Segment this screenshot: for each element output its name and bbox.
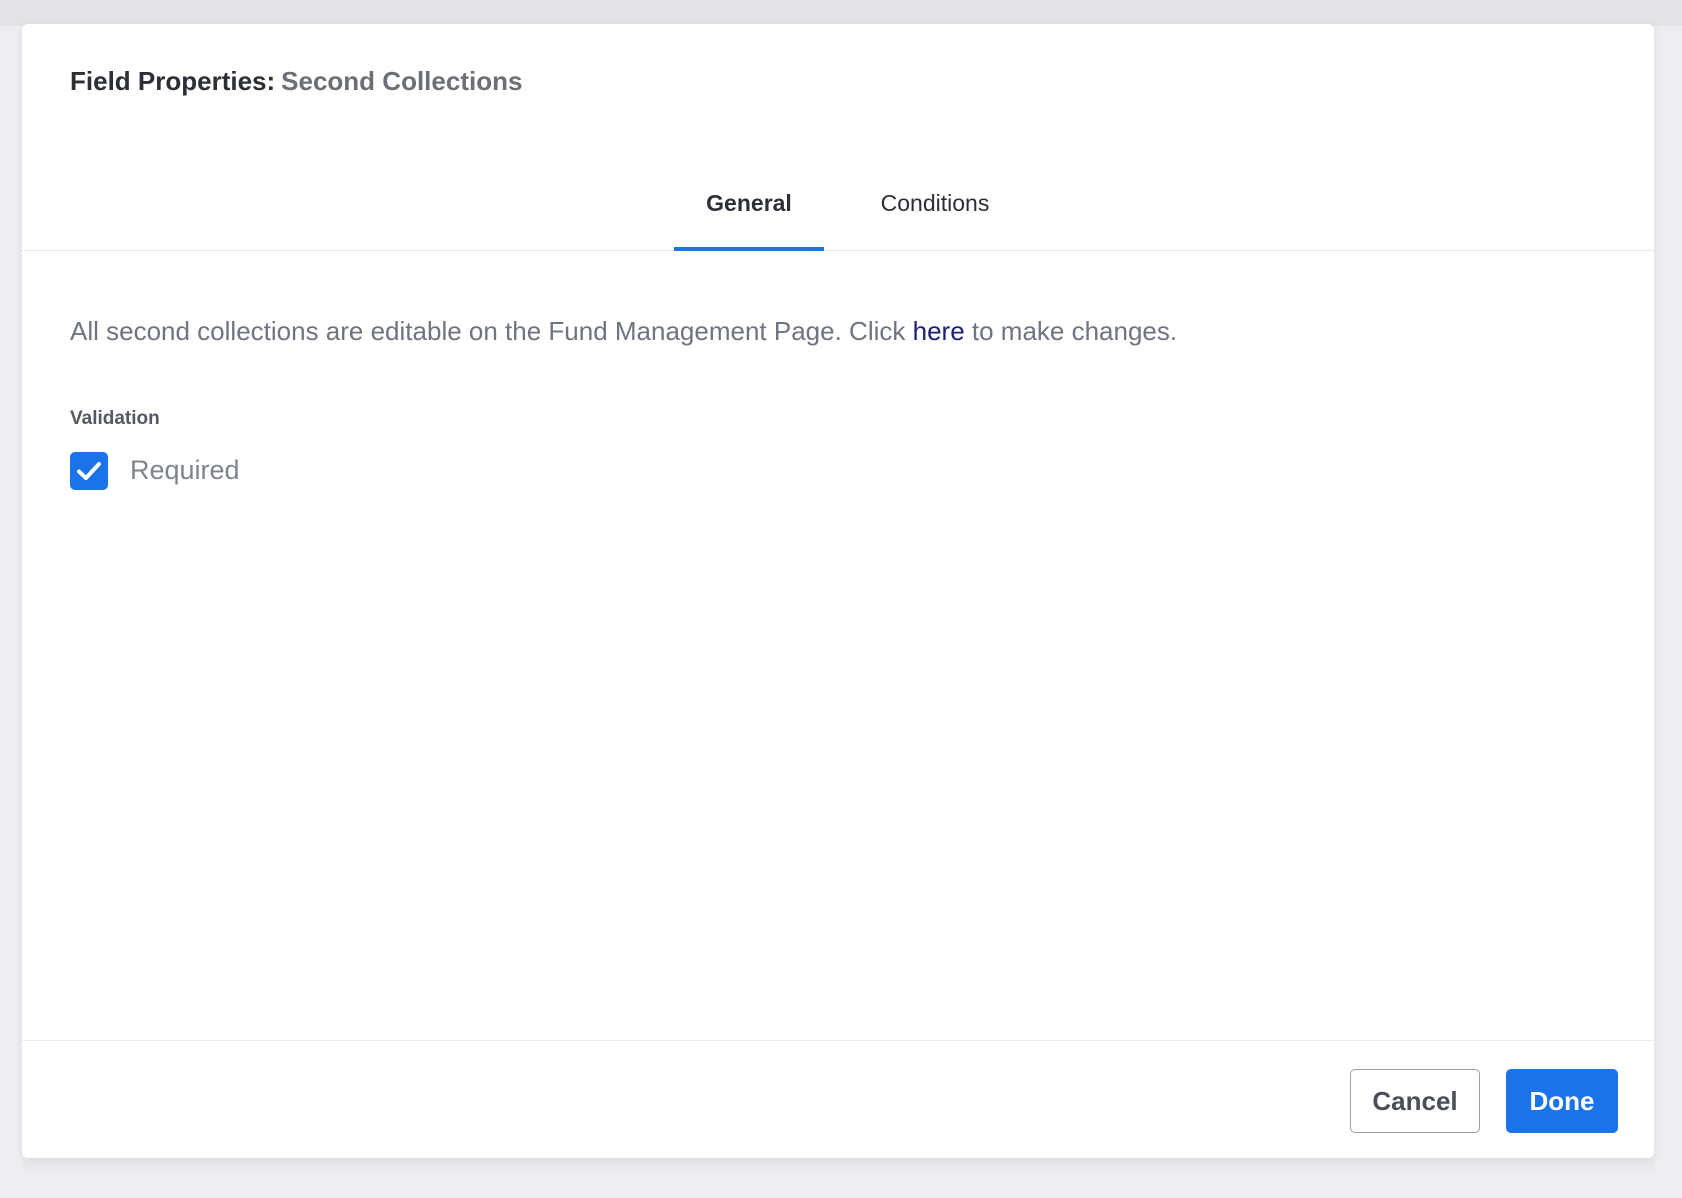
validation-section-label: Validation — [70, 408, 160, 429]
info-text-after: to make changes. — [964, 316, 1178, 346]
fund-management-link[interactable]: here — [913, 316, 965, 346]
required-label[interactable]: Required — [130, 455, 240, 486]
tab-conditions[interactable]: Conditions — [852, 164, 1018, 250]
active-tab-indicator — [674, 247, 824, 251]
backdrop-bottom — [0, 1170, 1682, 1198]
info-message: All second collections are editable on t… — [70, 316, 1177, 347]
dialog-title-subject: Second Collections — [281, 66, 523, 96]
tab-conditions-label: Conditions — [880, 190, 990, 216]
tab-general-label: General — [706, 190, 792, 216]
dialog-title: Field Properties: Second Collections — [70, 66, 522, 97]
required-checkbox[interactable] — [70, 452, 108, 490]
backdrop-left — [0, 26, 22, 1170]
dialog-footer: Cancel Done — [22, 1040, 1654, 1158]
dialog-title-prefix: Field Properties: — [70, 66, 276, 96]
field-properties-dialog: Field Properties: Second Collections Gene… — [22, 24, 1654, 1158]
tab-general[interactable]: General — [674, 164, 824, 251]
done-button[interactable]: Done — [1506, 1069, 1618, 1133]
checkmark-icon — [77, 462, 101, 480]
info-text-before: All second collections are editable on t… — [70, 316, 913, 346]
cancel-button[interactable]: Cancel — [1350, 1069, 1480, 1133]
tab-bar: General Conditions — [22, 164, 1654, 251]
backdrop-top — [0, 0, 1682, 26]
backdrop-right — [1654, 26, 1682, 1170]
